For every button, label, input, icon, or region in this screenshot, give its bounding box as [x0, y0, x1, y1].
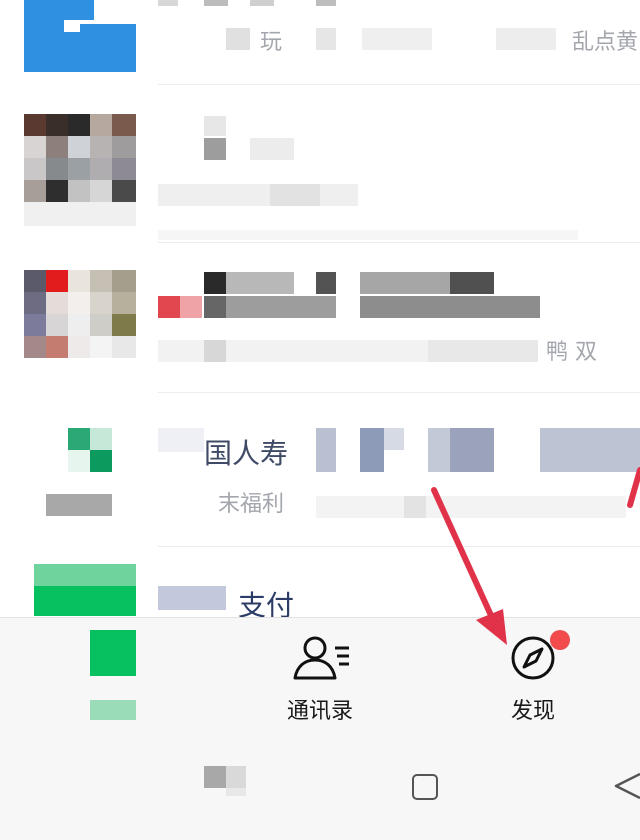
- menu-nav-button[interactable]: [204, 766, 246, 796]
- chat-preview: 玩: [260, 30, 283, 55]
- bottom-tab-bar: 通讯录 发现: [0, 617, 640, 741]
- tab-chats[interactable]: [30, 618, 170, 741]
- chat-avatar: [24, 114, 136, 226]
- chat-item[interactable]: 支付: [0, 556, 640, 617]
- system-nav-bar: [0, 740, 640, 840]
- chat-avatar: [24, 424, 136, 536]
- tab-discover[interactable]: 发现: [458, 618, 608, 741]
- chat-preview: 末福利: [218, 492, 285, 517]
- chat-avatar: [24, 564, 136, 617]
- contacts-icon: [293, 636, 349, 680]
- chat-item[interactable]: 国人寿 末福利: [0, 400, 640, 552]
- chat-item[interactable]: 鸭 双: [0, 246, 640, 398]
- chat-avatar: [24, 270, 136, 382]
- chat-item[interactable]: 玩 乱点黄: [0, 0, 640, 72]
- tab-contacts[interactable]: 通讯录: [245, 618, 395, 741]
- chat-name: 国人寿: [204, 437, 289, 470]
- home-button[interactable]: [412, 774, 438, 800]
- chat-avatar: [24, 0, 136, 72]
- notification-badge: [550, 630, 570, 650]
- chat-preview-tail: 乱点黄: [572, 30, 639, 55]
- chat-name: 支付: [238, 589, 295, 617]
- chat-item[interactable]: [0, 90, 640, 242]
- tab-discover-label: 发现: [510, 699, 555, 724]
- chat-preview-tail: 鸭 双: [546, 340, 597, 365]
- chat-icon: [90, 630, 136, 676]
- chat-list: 玩 乱点黄 鸭 双 国人寿 末福利 支付: [0, 0, 640, 617]
- tab-contacts-label: 通讯录: [286, 699, 353, 724]
- back-button[interactable]: [612, 770, 640, 802]
